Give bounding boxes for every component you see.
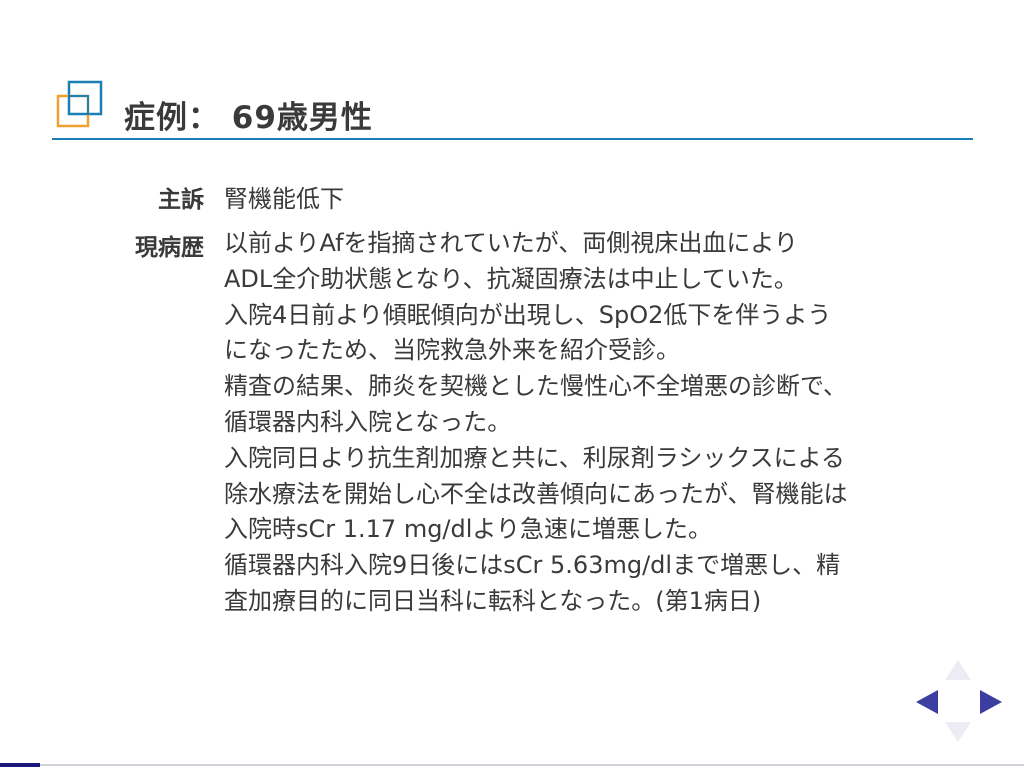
history-line: 査加療目的に同日当科に転科となった。(第1病日) (224, 586, 762, 615)
history-line: 精査の結果、肺炎を契機とした慢性心不全増悪の診断で、 (224, 372, 848, 401)
history-line: 循環器内科入院9日後にはsCr 5.63mg/dlまで増悪し、精 (224, 551, 841, 580)
history-line: 以前よりAfを指摘されていたが、両側視床出血により (224, 229, 798, 257)
arrow-up-icon[interactable] (945, 660, 971, 680)
arrow-left-icon[interactable] (916, 690, 938, 714)
title-divider (52, 138, 973, 140)
footer-divider (0, 764, 1024, 766)
chief-complaint-value: 腎機能低下 (224, 185, 344, 213)
chief-complaint-label: 主訴 (158, 187, 204, 213)
present-illness-text: 以前よりAfを指摘されていたが、両側視床出血により ADL全介助状態となり、抗凝… (224, 226, 984, 620)
arrow-right-icon[interactable] (980, 690, 1002, 714)
slide-title: 症例： 69歳男性 (124, 100, 373, 136)
footer-accent (0, 763, 40, 767)
slide-navigation (912, 660, 1006, 746)
history-line: 入院4日前より傾眠傾向が出現し、SpO2低下を伴うよう (224, 300, 832, 329)
history-line: になったため、当院救急外来を紹介受診。 (224, 336, 680, 365)
history-line: 循環器内科入院となった。 (224, 407, 512, 436)
present-illness-label: 現病歴 (135, 235, 204, 261)
history-line: ADL全介助状態となり、抗凝固療法は中止していた。 (224, 264, 798, 293)
slide-logo-icon (55, 80, 105, 130)
history-line: 入院時sCr 1.17 mg/dlより急速に増悪した。 (224, 515, 712, 544)
history-line: 入院同日より抗生剤加療と共に、利尿剤ラシックスによる (224, 443, 845, 472)
history-line: 除水療法を開始し心不全は改善傾向にあったが、腎機能は (224, 479, 848, 508)
arrow-down-icon[interactable] (945, 722, 971, 742)
